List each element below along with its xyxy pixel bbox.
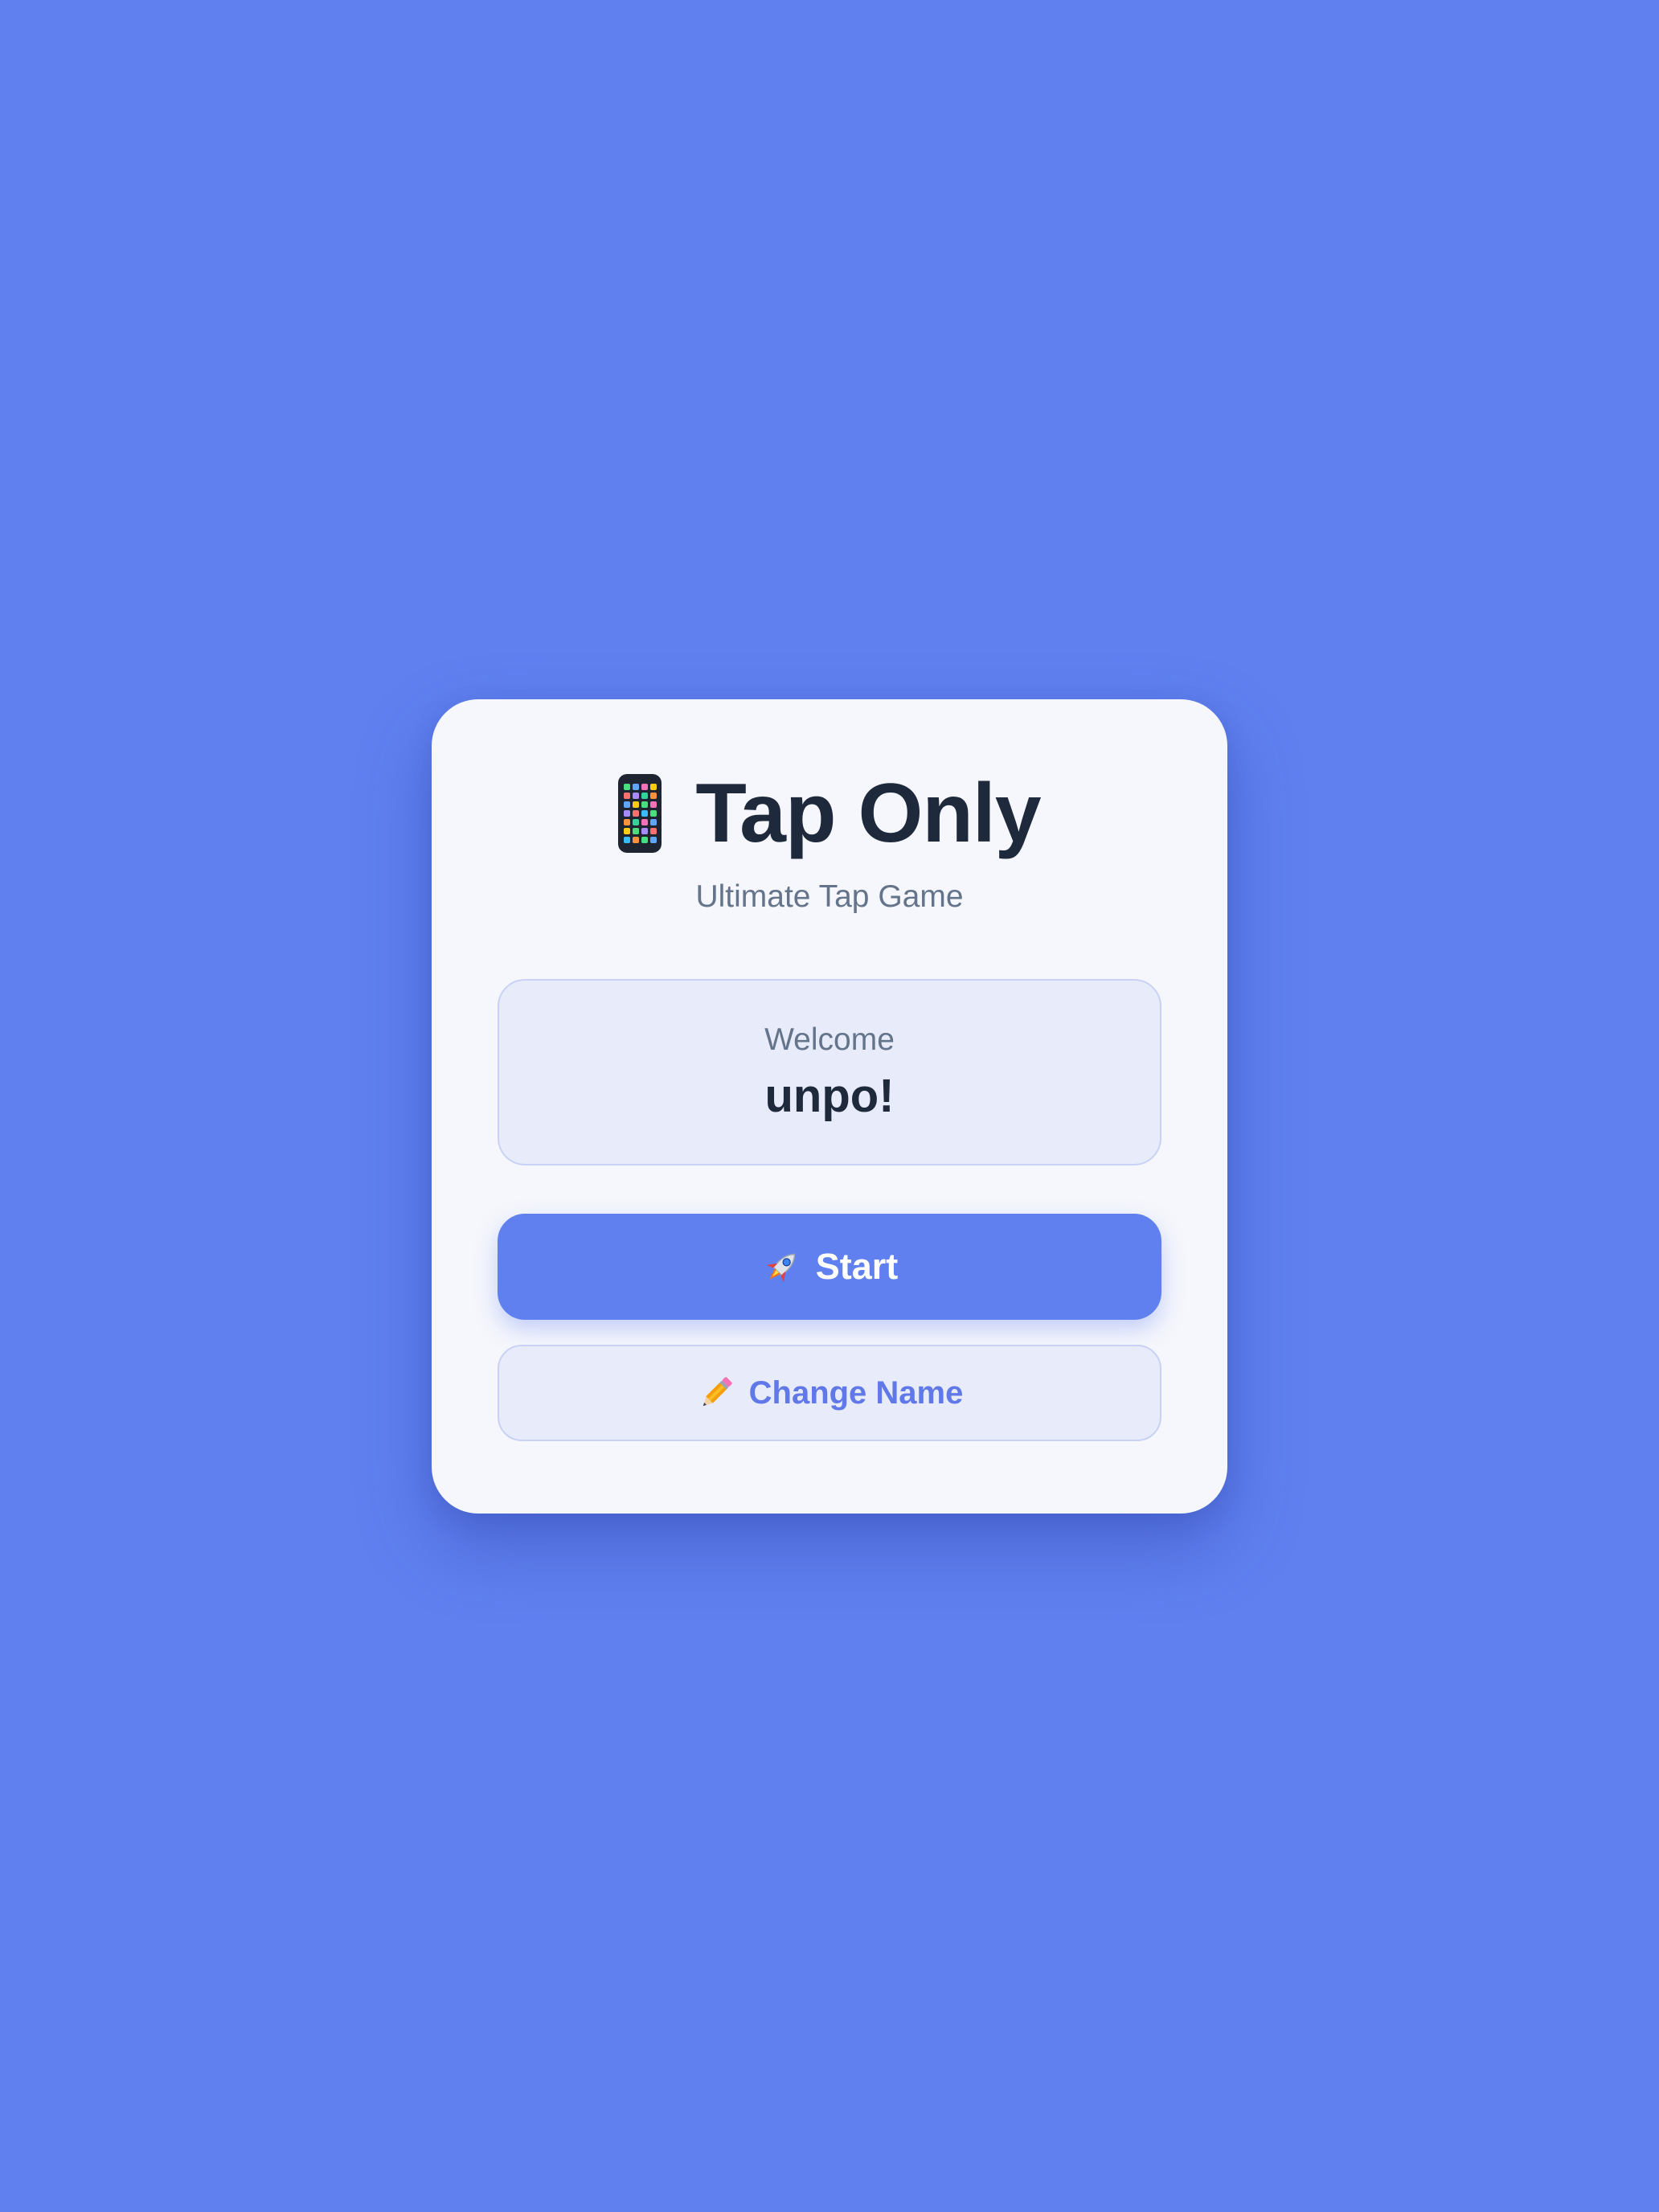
player-name: unpo! <box>764 1070 895 1122</box>
welcome-panel: Welcome unpo! <box>498 979 1161 1165</box>
title-row: Tap Only <box>498 765 1161 862</box>
start-card: Tap Only Ultimate Tap Game Welcome unpo!… <box>432 699 1227 1514</box>
change-name-label: Change Name <box>748 1374 964 1411</box>
rocket-icon <box>761 1246 803 1288</box>
start-button-label: Start <box>815 1246 899 1287</box>
app-subtitle: Ultimate Tap Game <box>695 879 964 914</box>
app-title: Tap Only <box>695 766 1041 860</box>
pencil-icon <box>696 1373 736 1413</box>
change-name-button[interactable]: Change Name <box>498 1345 1161 1441</box>
start-button[interactable]: Start <box>498 1214 1161 1320</box>
welcome-label: Welcome <box>764 1022 895 1057</box>
mobile-phone-icon <box>618 774 662 853</box>
